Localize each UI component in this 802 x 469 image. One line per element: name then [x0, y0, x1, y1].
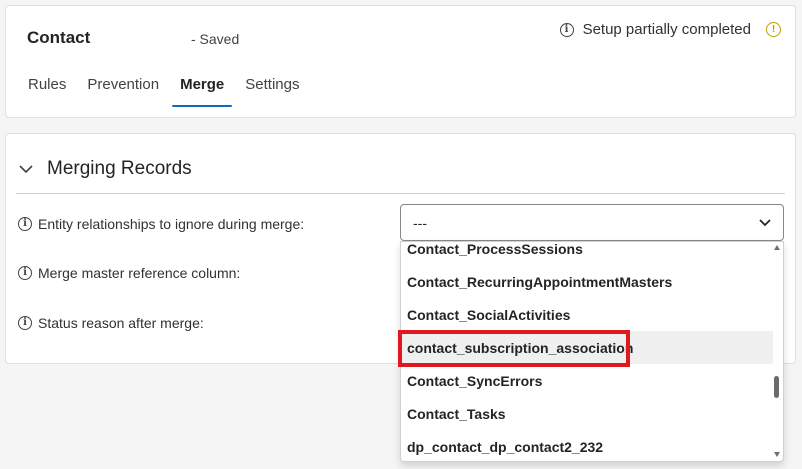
chevron-down-icon: [759, 218, 771, 226]
dropdown-list: Contact_ProcessSessions Contact_Recurrin…: [400, 241, 784, 462]
field-status-reason: i Status reason after merge:: [18, 315, 204, 331]
info-icon[interactable]: i: [18, 316, 32, 330]
section-title: Merging Records: [47, 158, 192, 179]
entity-title: Contact: [27, 28, 91, 47]
scrollbar-thumb[interactable]: [774, 376, 779, 398]
section-toggle[interactable]: Merging Records: [19, 158, 192, 180]
info-icon[interactable]: i: [18, 217, 32, 231]
tab-rules[interactable]: Rules: [20, 76, 74, 106]
tab-prevention[interactable]: Prevention: [79, 76, 167, 106]
tab-merge[interactable]: Merge: [172, 76, 233, 107]
setup-status-text: Setup partially completed: [582, 21, 751, 38]
info-icon: i: [559, 22, 574, 37]
field-merge-master-reference: i Merge master reference column:: [18, 265, 240, 281]
field-label: Merge master reference column:: [38, 265, 241, 281]
header-card: Contact - Saved i Setup partially comple…: [5, 5, 796, 118]
dropdown-option[interactable]: Contact_ProcessSessions: [401, 242, 773, 265]
chevron-down-icon: [19, 164, 33, 173]
tab-settings[interactable]: Settings: [237, 76, 307, 106]
dropdown-option[interactable]: Contact_RecurringAppointmentMasters: [401, 265, 773, 298]
entity-relationships-select[interactable]: ---: [400, 204, 784, 241]
dropdown-option-selected[interactable]: contact_subscription_association: [401, 331, 773, 364]
dropdown-option[interactable]: Contact_SyncErrors: [401, 364, 773, 397]
dropdown-option[interactable]: Contact_Tasks: [401, 397, 773, 430]
tab-bar: Rules Prevention Merge Settings: [20, 76, 312, 107]
info-icon[interactable]: i: [18, 266, 32, 280]
dropdown-option[interactable]: dp_contact_dp_contact2_232: [401, 430, 773, 461]
field-label: Entity relationships to ignore during me…: [38, 216, 305, 232]
field-label: Status reason after merge:: [38, 315, 204, 331]
dropdown-scrollbar[interactable]: [771, 242, 783, 461]
scroll-down-arrow-icon[interactable]: [774, 452, 780, 457]
select-value: ---: [413, 214, 427, 231]
dropdown-option[interactable]: Contact_SocialActivities: [401, 298, 773, 331]
setup-status[interactable]: i Setup partially completed !: [559, 21, 781, 38]
warning-icon[interactable]: !: [766, 22, 781, 37]
section-divider: [16, 193, 785, 194]
field-entity-relationships: i Entity relationships to ignore during …: [18, 216, 304, 232]
saved-status: - Saved: [191, 31, 240, 47]
scroll-up-arrow-icon[interactable]: [774, 245, 780, 250]
